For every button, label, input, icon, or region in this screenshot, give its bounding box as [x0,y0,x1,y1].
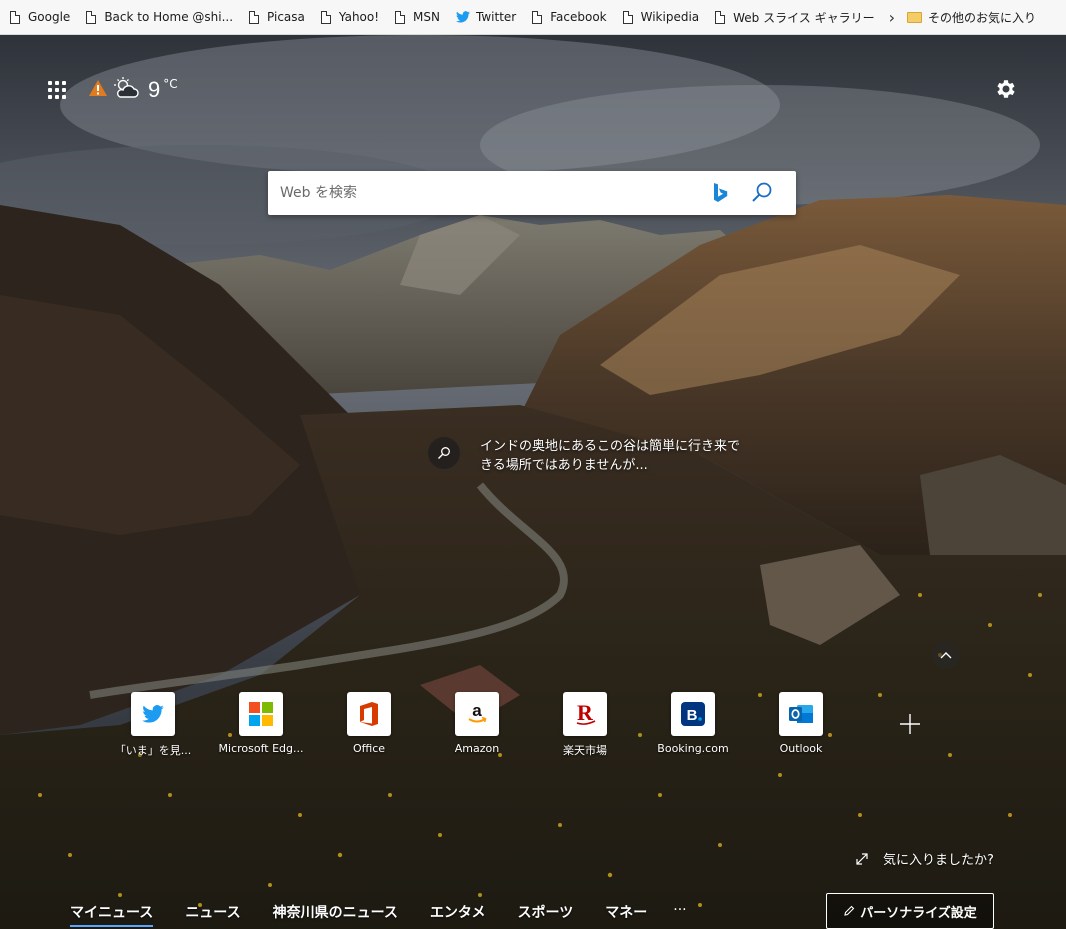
news-tabs: マイニュース ニュース 神奈川県のニュース エンタメ スポーツ マネー ··· [70,902,687,927]
quick-link-booking[interactable]: B Booking.com [647,692,739,755]
personalize-button[interactable]: パーソナライズ設定 [826,893,994,929]
image-caption-text[interactable]: インドの奥地にあるこの谷は簡単に行き来できる場所ではありませんが... [480,437,750,475]
pencil-icon [844,905,855,916]
background-image [0,35,1066,929]
expand-icon [856,852,868,865]
favorite-label: Facebook [550,10,607,24]
other-favorites-folder[interactable]: その他のお気に入り [906,0,1036,34]
page-icon [249,10,260,24]
booking-icon: B [671,692,715,736]
quick-link-office[interactable]: Office [323,692,415,755]
svg-text:R: R [577,702,594,725]
image-info: インドの奥地にあるこの谷は簡単に行き来できる場所ではありませんが... [428,437,750,475]
page-icon [395,10,406,24]
tab-entertainment[interactable]: エンタメ [430,902,486,925]
quick-link-rakuten[interactable]: R 楽天市場 [539,692,631,758]
tab-sports[interactable]: スポーツ [518,902,574,925]
svg-text:B: B [687,707,698,724]
quick-link-label: Outlook [779,742,823,755]
quick-link-label: Microsoft Edg... [218,742,304,755]
feedback-link[interactable]: 気に入りましたか? [855,849,994,868]
favorite-label: Twitter [476,10,517,24]
tab-my-news[interactable]: マイニュース [70,902,154,927]
favorite-picasa[interactable]: Picasa [239,0,305,34]
svg-text:a: a [472,702,482,720]
tab-news[interactable]: ニュース [185,902,240,925]
quick-link-microsoft-edge[interactable]: Microsoft Edg... [215,692,307,755]
favorites-bar: Google Back to Home @shi... Picasa Yahoo… [0,0,1066,35]
favorite-yahoo[interactable]: Yahoo! [311,0,380,34]
add-quick-link-icon[interactable] [896,710,924,738]
chevron-up-icon[interactable] [932,641,960,669]
favorite-label: Google [28,10,71,24]
quick-link-amazon[interactable]: a Amazon [431,692,523,755]
favorite-wikipedia[interactable]: Wikipedia [613,0,700,34]
partly-cloudy-icon [112,76,140,104]
feedback-text: 気に入りましたか? [883,853,994,868]
page-icon [532,10,543,24]
quick-link-label: 「いま」を見... [114,744,192,757]
amazon-icon: a [455,692,499,736]
page-icon [320,10,331,24]
landscape-illustration [0,35,1066,929]
tab-kanagawa-news[interactable]: 神奈川県のニュース [273,902,398,925]
search-box [268,171,796,215]
favorite-twitter[interactable]: Twitter [446,0,517,34]
temperature-value: 9 [148,77,161,102]
quick-link-twitter[interactable]: 「いま」を見... [107,692,199,758]
quick-link-label: Office [352,742,386,755]
twitter-icon [456,11,470,23]
favorite-label: Web スライス ギャラリー [733,10,875,25]
more-tabs-button[interactable]: ··· [673,902,686,918]
quick-link-outlook[interactable]: Outlook [755,692,847,755]
other-favorites-label: その他のお気に入り [927,10,1036,25]
bing-icon[interactable] [710,181,730,205]
favorite-label: Yahoo! [338,10,380,24]
page-icon [715,10,726,24]
microsoft-icon [239,692,283,736]
quick-link-label: Amazon [454,742,500,755]
page-icon [622,10,633,24]
favorite-label: Picasa [267,10,305,24]
favorite-label: MSN [413,10,440,24]
office-icon [347,692,391,736]
weather-widget[interactable]: 9 °C [88,76,178,104]
favorite-facebook[interactable]: Facebook [522,0,607,34]
favorite-web-slice-gallery[interactable]: Web スライス ギャラリー [705,0,875,34]
page-icon [10,10,20,24]
temperature-unit: °C [163,77,178,91]
page-icon [86,10,97,24]
favorite-back-to-home[interactable]: Back to Home @shi... [76,0,234,34]
chevron-right-icon[interactable]: › [889,8,895,27]
warning-icon [88,79,108,101]
favorite-msn[interactable]: MSN [385,0,440,34]
quick-link-label: 楽天市場 [563,744,607,757]
search-input[interactable] [278,177,710,209]
favorite-label: Back to Home @shi... [104,10,234,24]
outlook-icon [779,692,823,736]
rakuten-icon: R [563,692,607,736]
quick-link-label: Booking.com [657,742,729,755]
tab-money[interactable]: マネー [605,902,647,925]
favorite-label: Wikipedia [640,10,700,24]
gear-icon[interactable] [994,77,1018,105]
folder-icon [906,11,922,23]
search-icon[interactable] [750,181,774,205]
app-launcher-icon[interactable] [48,81,66,99]
image-search-icon[interactable] [428,437,460,469]
personalize-label: パーソナライズ設定 [860,905,977,921]
twitter-icon [131,692,175,736]
favorite-google[interactable]: Google [0,0,71,34]
